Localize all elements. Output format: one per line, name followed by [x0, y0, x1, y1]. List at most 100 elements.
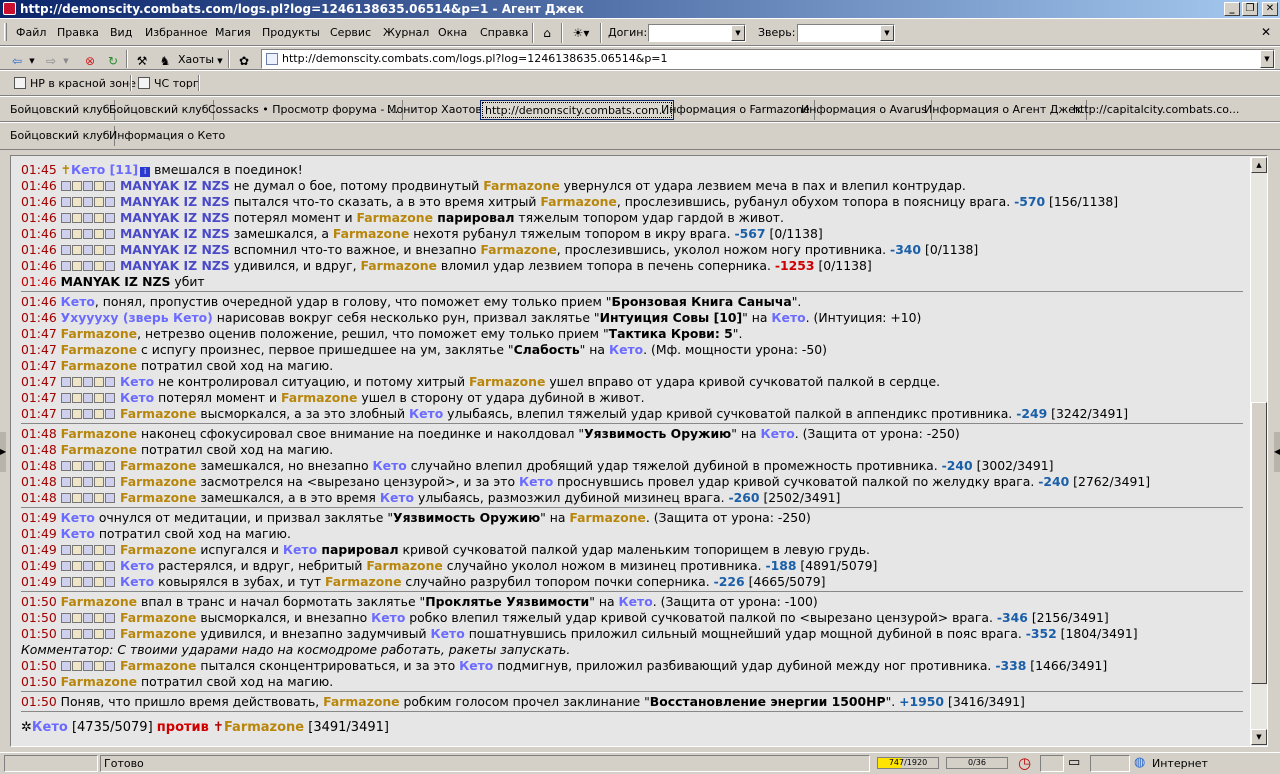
player-name[interactable]: Кето	[380, 490, 414, 505]
tab-info-agent-jack[interactable]: Информация о Агент Джек	[920, 100, 1087, 120]
forward-dropdown-icon[interactable]: ▼	[60, 50, 72, 70]
address-input[interactable]: http://demonscity.combats.com/logs.pl?lo…	[282, 52, 668, 65]
address-dropdown-icon[interactable]: ▼	[1260, 50, 1274, 68]
close-button[interactable]: ✕	[1262, 2, 1278, 16]
player-name[interactable]: Farmazone	[357, 210, 433, 225]
tab-fight-club-2[interactable]: Бойцовский клуб	[105, 100, 214, 120]
player-name[interactable]: Кето	[371, 610, 405, 625]
right-panel-toggle-icon[interactable]: ◀	[1274, 432, 1280, 472]
back-dropdown-icon[interactable]: ▼	[26, 50, 38, 70]
home-icon[interactable]: ⌂	[536, 22, 558, 42]
menu-file[interactable]: Файл	[16, 26, 46, 39]
tab-fight-club-3[interactable]: Бойцовский клуб	[6, 126, 115, 146]
chevron-down-icon[interactable]: ▼	[880, 25, 894, 41]
scroll-thumb[interactable]	[1251, 402, 1267, 684]
player-name[interactable]: Кето	[373, 458, 407, 473]
player-name[interactable]: Farmazone	[361, 258, 437, 273]
clock-icon[interactable]: ◷	[1018, 754, 1031, 772]
chaos-dropdown-icon[interactable]: ▼	[214, 50, 226, 70]
summary-farmazone[interactable]: Farmazone	[224, 720, 304, 735]
player-name[interactable]: Кето	[519, 474, 553, 489]
menu-view[interactable]: Вид	[110, 26, 132, 39]
player-name[interactable]: Кето	[61, 294, 95, 309]
player-name[interactable]: Кето	[609, 342, 643, 357]
minimize-button[interactable]: _	[1224, 2, 1240, 16]
player-name[interactable]: Farmazone	[540, 194, 616, 209]
player-name[interactable]: MANYAK IZ NZS	[116, 194, 230, 209]
player-name[interactable]: Farmazone	[116, 610, 196, 625]
menu-magic[interactable]: Магия	[215, 26, 251, 39]
chevron-down-icon[interactable]: ▼	[731, 25, 745, 41]
address-bar[interactable]: http://demonscity.combats.com/logs.pl?lo…	[261, 49, 1275, 69]
maximize-button[interactable]: ❐	[1242, 2, 1258, 16]
player-name[interactable]: Кето	[116, 390, 154, 405]
player-name[interactable]: Farmazone	[366, 558, 442, 573]
player-name[interactable]: Farmazone	[61, 594, 137, 609]
player-name[interactable]: Farmazone	[483, 178, 559, 193]
menu-journal[interactable]: Журнал	[383, 26, 429, 39]
tab-info-avarus[interactable]: Информация о Avarus	[797, 100, 932, 120]
addons-icon[interactable]: ✿	[233, 50, 255, 70]
player-name[interactable]: Farmazone	[61, 342, 137, 357]
tab-info-keto[interactable]: Информация о Кето	[105, 126, 229, 146]
player-name[interactable]: Farmazone	[61, 426, 137, 441]
menu-help[interactable]: Справка	[480, 26, 528, 39]
player-name[interactable]: MANYAK IZ NZS	[116, 258, 230, 273]
chaos-button[interactable]: Хаоты	[178, 53, 214, 66]
menu-products[interactable]: Продукты	[262, 26, 320, 39]
tab-demonscity-log[interactable]: http://demonscity.combats.com...	[480, 100, 675, 120]
player-name[interactable]: Farmazone	[116, 542, 196, 557]
player-name[interactable]: Farmazone	[333, 226, 409, 241]
player-name[interactable]: Кето	[61, 510, 95, 525]
link-hp-red-zone[interactable]: НР в красной зоне	[14, 77, 136, 90]
beast-select[interactable]: ▼	[797, 24, 895, 42]
tab-info-farmazone[interactable]: Информация о Farmazone	[657, 100, 815, 120]
player-name[interactable]: Кето	[409, 406, 443, 421]
magic-dropdown-icon[interactable]: ☀▾	[566, 22, 596, 42]
link-chs-trade[interactable]: ЧС торг	[138, 77, 199, 90]
player-name[interactable]: Farmazone	[116, 626, 196, 641]
player-name[interactable]: Кето [11]	[71, 162, 138, 177]
login-select[interactable]: ▼	[648, 24, 746, 42]
menu-service[interactable]: Сервис	[330, 26, 371, 39]
player-name[interactable]: Ухуууху (зверь Кето)	[61, 310, 213, 325]
player-name[interactable]: Кето	[431, 626, 465, 641]
tools-icon[interactable]: ⚒	[131, 50, 153, 70]
scroll-down-icon[interactable]: ▼	[1251, 729, 1267, 745]
info-icon[interactable]: i	[140, 167, 151, 177]
player-name[interactable]: Кето	[116, 574, 154, 589]
player-name[interactable]: Кето	[619, 594, 653, 609]
player-name[interactable]: Кето	[459, 658, 493, 673]
tab-cossacks-forum[interactable]: Cossacks • Просмотр форума - ...	[204, 100, 404, 120]
scroll-up-icon[interactable]: ▲	[1251, 157, 1267, 173]
player-name[interactable]: Кето	[61, 526, 95, 541]
player-name[interactable]: MANYAK IZ NZS	[116, 210, 230, 225]
player-name[interactable]: Farmazone	[116, 658, 196, 673]
player-name[interactable]: Farmazone	[116, 458, 196, 473]
player-name[interactable]: Farmazone	[281, 390, 357, 405]
player-name[interactable]: Кето	[771, 310, 805, 325]
tab-fight-club-1[interactable]: Бойцовский клуб	[6, 100, 115, 120]
tab-capitalcity[interactable]: http://capitalcity.combats.co...	[1069, 100, 1243, 120]
player-name[interactable]: Farmazone	[116, 474, 196, 489]
player-name[interactable]: MANYAK IZ NZS	[116, 178, 230, 193]
left-panel-toggle-icon[interactable]: ▶	[0, 432, 6, 472]
player-name[interactable]: Кето	[116, 374, 154, 389]
forward-icon[interactable]: ⇨	[40, 50, 62, 70]
player-name[interactable]: Farmazone	[61, 674, 137, 689]
menu-edit[interactable]: Правка	[57, 26, 99, 39]
menu-windows[interactable]: Окна	[438, 26, 467, 39]
player-name[interactable]: Кето	[283, 542, 317, 557]
player-name[interactable]: Farmazone	[61, 442, 137, 457]
player-name[interactable]: Farmazone	[469, 374, 545, 389]
back-icon[interactable]: ⇦	[6, 50, 28, 70]
player-name[interactable]: Farmazone	[61, 358, 137, 373]
summary-keto[interactable]: Кето	[32, 720, 68, 735]
player-name[interactable]: Кето	[116, 558, 154, 573]
stop-icon[interactable]: ⊗	[79, 50, 101, 70]
player-name[interactable]: Farmazone	[116, 490, 196, 505]
player-name[interactable]: Кето	[760, 426, 794, 441]
player-name[interactable]: Farmazone	[116, 406, 196, 421]
player-name[interactable]: MANYAK IZ NZS	[116, 242, 230, 257]
player-name[interactable]: MANYAK IZ NZS	[116, 226, 230, 241]
